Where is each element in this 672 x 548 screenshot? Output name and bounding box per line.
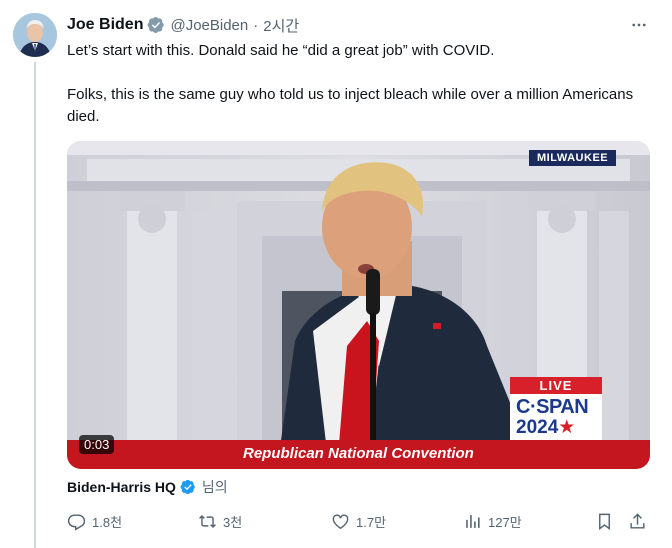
author-handle[interactable]: @JoeBiden xyxy=(170,17,248,34)
attribution-name[interactable]: Biden-Harris HQ xyxy=(67,479,176,495)
post-text: Let’s start with this. Donald said he “d… xyxy=(67,40,653,128)
media-attribution[interactable]: Biden-Harris HQ 님의 xyxy=(67,477,228,497)
repost-button[interactable]: 3천 xyxy=(198,508,242,534)
avatar[interactable] xyxy=(13,13,57,57)
views-count: 127만 xyxy=(488,514,522,530)
repost-icon xyxy=(199,514,216,528)
reply-count: 1.8천 xyxy=(92,514,123,530)
post-text-line2: Folks, this is the same guy who told us … xyxy=(67,86,634,125)
post-header: Joe Biden @JoeBiden · 2시간 xyxy=(67,14,299,36)
post-text-line1: Let’s start with this. Donald said he “d… xyxy=(67,42,495,59)
bookmark-icon xyxy=(599,513,610,530)
banner-text: Republican National Convention xyxy=(243,445,474,462)
more-icon[interactable] xyxy=(628,14,650,36)
network-year-star: ★ xyxy=(558,417,576,438)
tweet-card[interactable]: Joe Biden @JoeBiden · 2시간 Let’s start wi… xyxy=(0,0,672,548)
share-icon xyxy=(630,512,645,529)
video-timer: 0:03 xyxy=(79,435,115,454)
location-badge: MILWAUKEE xyxy=(529,150,617,166)
live-label: LIVE xyxy=(510,377,602,394)
repost-count: 3천 xyxy=(223,514,243,530)
like-count: 1.7만 xyxy=(356,514,387,530)
like-icon xyxy=(332,513,349,529)
thread-line xyxy=(34,62,36,548)
attribution-suffix: 님의 xyxy=(201,479,228,495)
reply-button[interactable]: 1.8천 xyxy=(67,508,122,534)
network-logo: C·SPAN 2024★ xyxy=(510,394,602,442)
network-name: C·SPAN xyxy=(516,396,589,418)
video-player[interactable]: MILWAUKEE LIVE C·SPAN 2024★ Republican N… xyxy=(67,141,650,469)
like-button[interactable]: 1.7만 xyxy=(331,508,386,534)
network-year-text: 2024 xyxy=(516,417,559,438)
avatar-image xyxy=(13,13,57,57)
views-button[interactable]: 127만 xyxy=(463,508,522,534)
broadcast-logo: LIVE C·SPAN 2024★ xyxy=(510,377,602,442)
share-button[interactable] xyxy=(628,508,647,534)
views-icon xyxy=(466,514,480,528)
header-separator: · xyxy=(253,16,259,34)
network-year: 2024★ xyxy=(516,418,596,438)
bookmark-button[interactable] xyxy=(595,508,614,534)
reply-icon xyxy=(67,513,86,531)
verified-gray-icon[interactable] xyxy=(147,16,165,34)
author-name[interactable]: Joe Biden xyxy=(67,16,143,34)
post-time[interactable]: 2시간 xyxy=(263,15,299,36)
verified-blue-icon xyxy=(180,479,196,495)
action-bar: 1.8천 3천 1.7만 127만 xyxy=(67,508,653,534)
